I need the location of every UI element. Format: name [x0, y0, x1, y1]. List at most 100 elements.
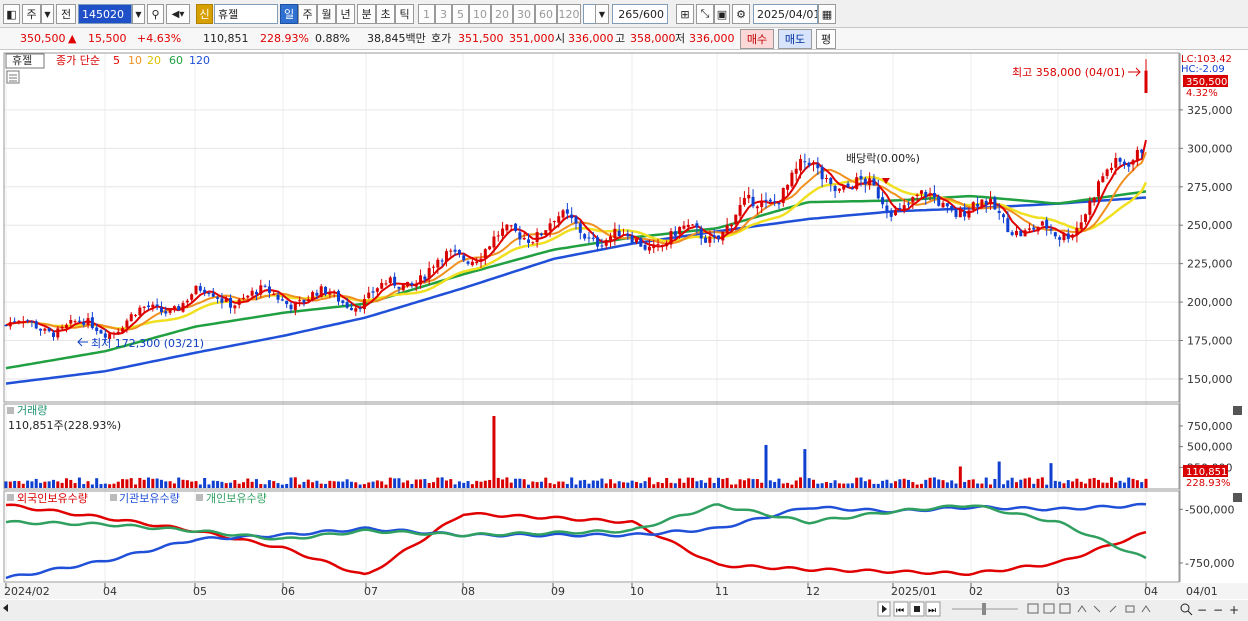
candle-body — [1131, 160, 1135, 165]
tab-month[interactable]: 월 — [317, 4, 336, 24]
volume-bar — [17, 481, 21, 488]
candle-body — [483, 249, 487, 259]
buy-button[interactable]: 매수 — [740, 29, 774, 49]
interval-30[interactable]: 30 — [513, 4, 535, 24]
tool-icon[interactable]: ⊞ — [676, 4, 694, 24]
candle-body — [1135, 149, 1139, 162]
eval-button[interactable]: 평 — [816, 29, 836, 49]
volume-bar — [868, 479, 872, 488]
volume-bar — [941, 480, 945, 488]
volume-bar — [142, 479, 146, 488]
candle-body — [997, 210, 1001, 214]
volume-bar — [462, 482, 466, 488]
candle-body — [712, 235, 716, 238]
save-icon[interactable]: ▣ — [714, 4, 730, 24]
gear-icon[interactable]: ⚙ — [732, 4, 750, 24]
ask-price: 351,500 — [458, 32, 504, 45]
speaker-icon[interactable]: ◀▾ — [166, 4, 190, 24]
volume-bar — [267, 480, 271, 488]
candle-body — [1058, 237, 1062, 240]
market-button[interactable]: 주 — [22, 4, 41, 24]
calendar-icon[interactable]: ▦ — [818, 4, 836, 24]
tab-year[interactable]: 년 — [336, 4, 355, 24]
volume-value: 110,851 — [203, 32, 249, 45]
candle-body — [444, 251, 448, 262]
tab-second[interactable]: 초 — [376, 4, 395, 24]
stock-chart[interactable]: 325,000 300,000 275,000 250,000 225,000 200,0… — [0, 50, 1248, 621]
candle-body — [971, 202, 975, 210]
volume-bar — [99, 484, 103, 488]
volume-bar — [1062, 483, 1066, 488]
candle-body — [427, 268, 431, 279]
volume-bar — [276, 483, 280, 488]
market-dropdown-icon[interactable]: ▼ — [41, 4, 54, 24]
candle-body — [1101, 176, 1105, 182]
price-tick-label: 325,000 — [1187, 104, 1233, 117]
interval-dropdown-icon[interactable]: ▼ — [595, 4, 609, 24]
date-input[interactable]: 2025/04/01 — [753, 4, 818, 24]
volume-bar — [518, 478, 522, 488]
candle-body — [475, 261, 479, 264]
change-percent: +4.63% — [137, 32, 182, 45]
candle-body — [337, 291, 340, 302]
high-label: 고 — [615, 32, 626, 45]
interval-3[interactable]: 3 — [435, 4, 452, 24]
candle-body — [1127, 162, 1131, 167]
volume-bar — [172, 483, 176, 488]
code-dropdown-icon[interactable]: ▼ — [132, 4, 145, 24]
candle-body — [894, 209, 898, 216]
candle-body — [21, 321, 25, 323]
candle-body — [527, 239, 530, 243]
crosshair-icon[interactable]: ⤡ — [696, 4, 714, 24]
tab-minute[interactable]: 분 — [357, 4, 376, 24]
tab-week[interactable]: 주 — [298, 4, 317, 24]
candle-body — [1023, 230, 1027, 237]
volume-bar — [315, 480, 319, 488]
x-tick-label: 07 — [364, 585, 378, 598]
candle-body — [177, 306, 181, 311]
prev-button[interactable]: 전 — [56, 4, 76, 24]
volume-bar — [1114, 482, 1118, 488]
volume-bar — [898, 479, 902, 488]
tab-day[interactable]: 일 — [280, 4, 298, 24]
candle-body — [544, 230, 548, 235]
candle-body — [229, 297, 233, 308]
candle-body — [613, 228, 617, 239]
candle-body — [747, 194, 751, 199]
tab-tick[interactable]: 틱 — [395, 4, 414, 24]
candle-body — [984, 200, 988, 206]
volume-bar — [954, 483, 958, 488]
candle-body — [362, 298, 366, 310]
candle-body — [129, 314, 133, 322]
volume-bar — [1023, 478, 1027, 488]
volume-bar — [496, 477, 500, 488]
interval-1[interactable]: 1 — [418, 4, 435, 24]
sell-button[interactable]: 매도 — [778, 29, 812, 49]
volume-bar — [341, 481, 345, 488]
volume-bar — [1101, 482, 1105, 488]
volume-bar — [1092, 477, 1096, 488]
candle-body — [967, 210, 971, 218]
interval-60[interactable]: 60 — [535, 4, 557, 24]
candle-body — [855, 177, 859, 189]
interval-5[interactable]: 5 — [452, 4, 469, 24]
window-icon[interactable]: ◧ — [3, 4, 20, 24]
trade-amount: 38,845백만 — [367, 32, 426, 45]
candle-body — [112, 333, 116, 335]
volume-bar — [812, 479, 815, 488]
interval-120[interactable]: 120 — [557, 4, 581, 24]
candle-body — [915, 194, 919, 196]
volume-bar — [1088, 478, 1092, 488]
zoom-in-icon: + — [1229, 603, 1239, 617]
search-icon[interactable]: ⚲ — [147, 4, 164, 24]
volume-bar — [194, 481, 198, 488]
candle-body — [13, 321, 17, 323]
candle-body — [198, 286, 202, 291]
stock-name-field[interactable]: 휴젤 — [214, 4, 278, 24]
candle-body — [509, 225, 513, 227]
stock-code-input[interactable]: 145020 — [78, 4, 132, 24]
candle-body — [626, 233, 630, 237]
interval-10[interactable]: 10 — [469, 4, 491, 24]
count-input[interactable]: 265/600 — [612, 4, 668, 24]
interval-20[interactable]: 20 — [491, 4, 513, 24]
